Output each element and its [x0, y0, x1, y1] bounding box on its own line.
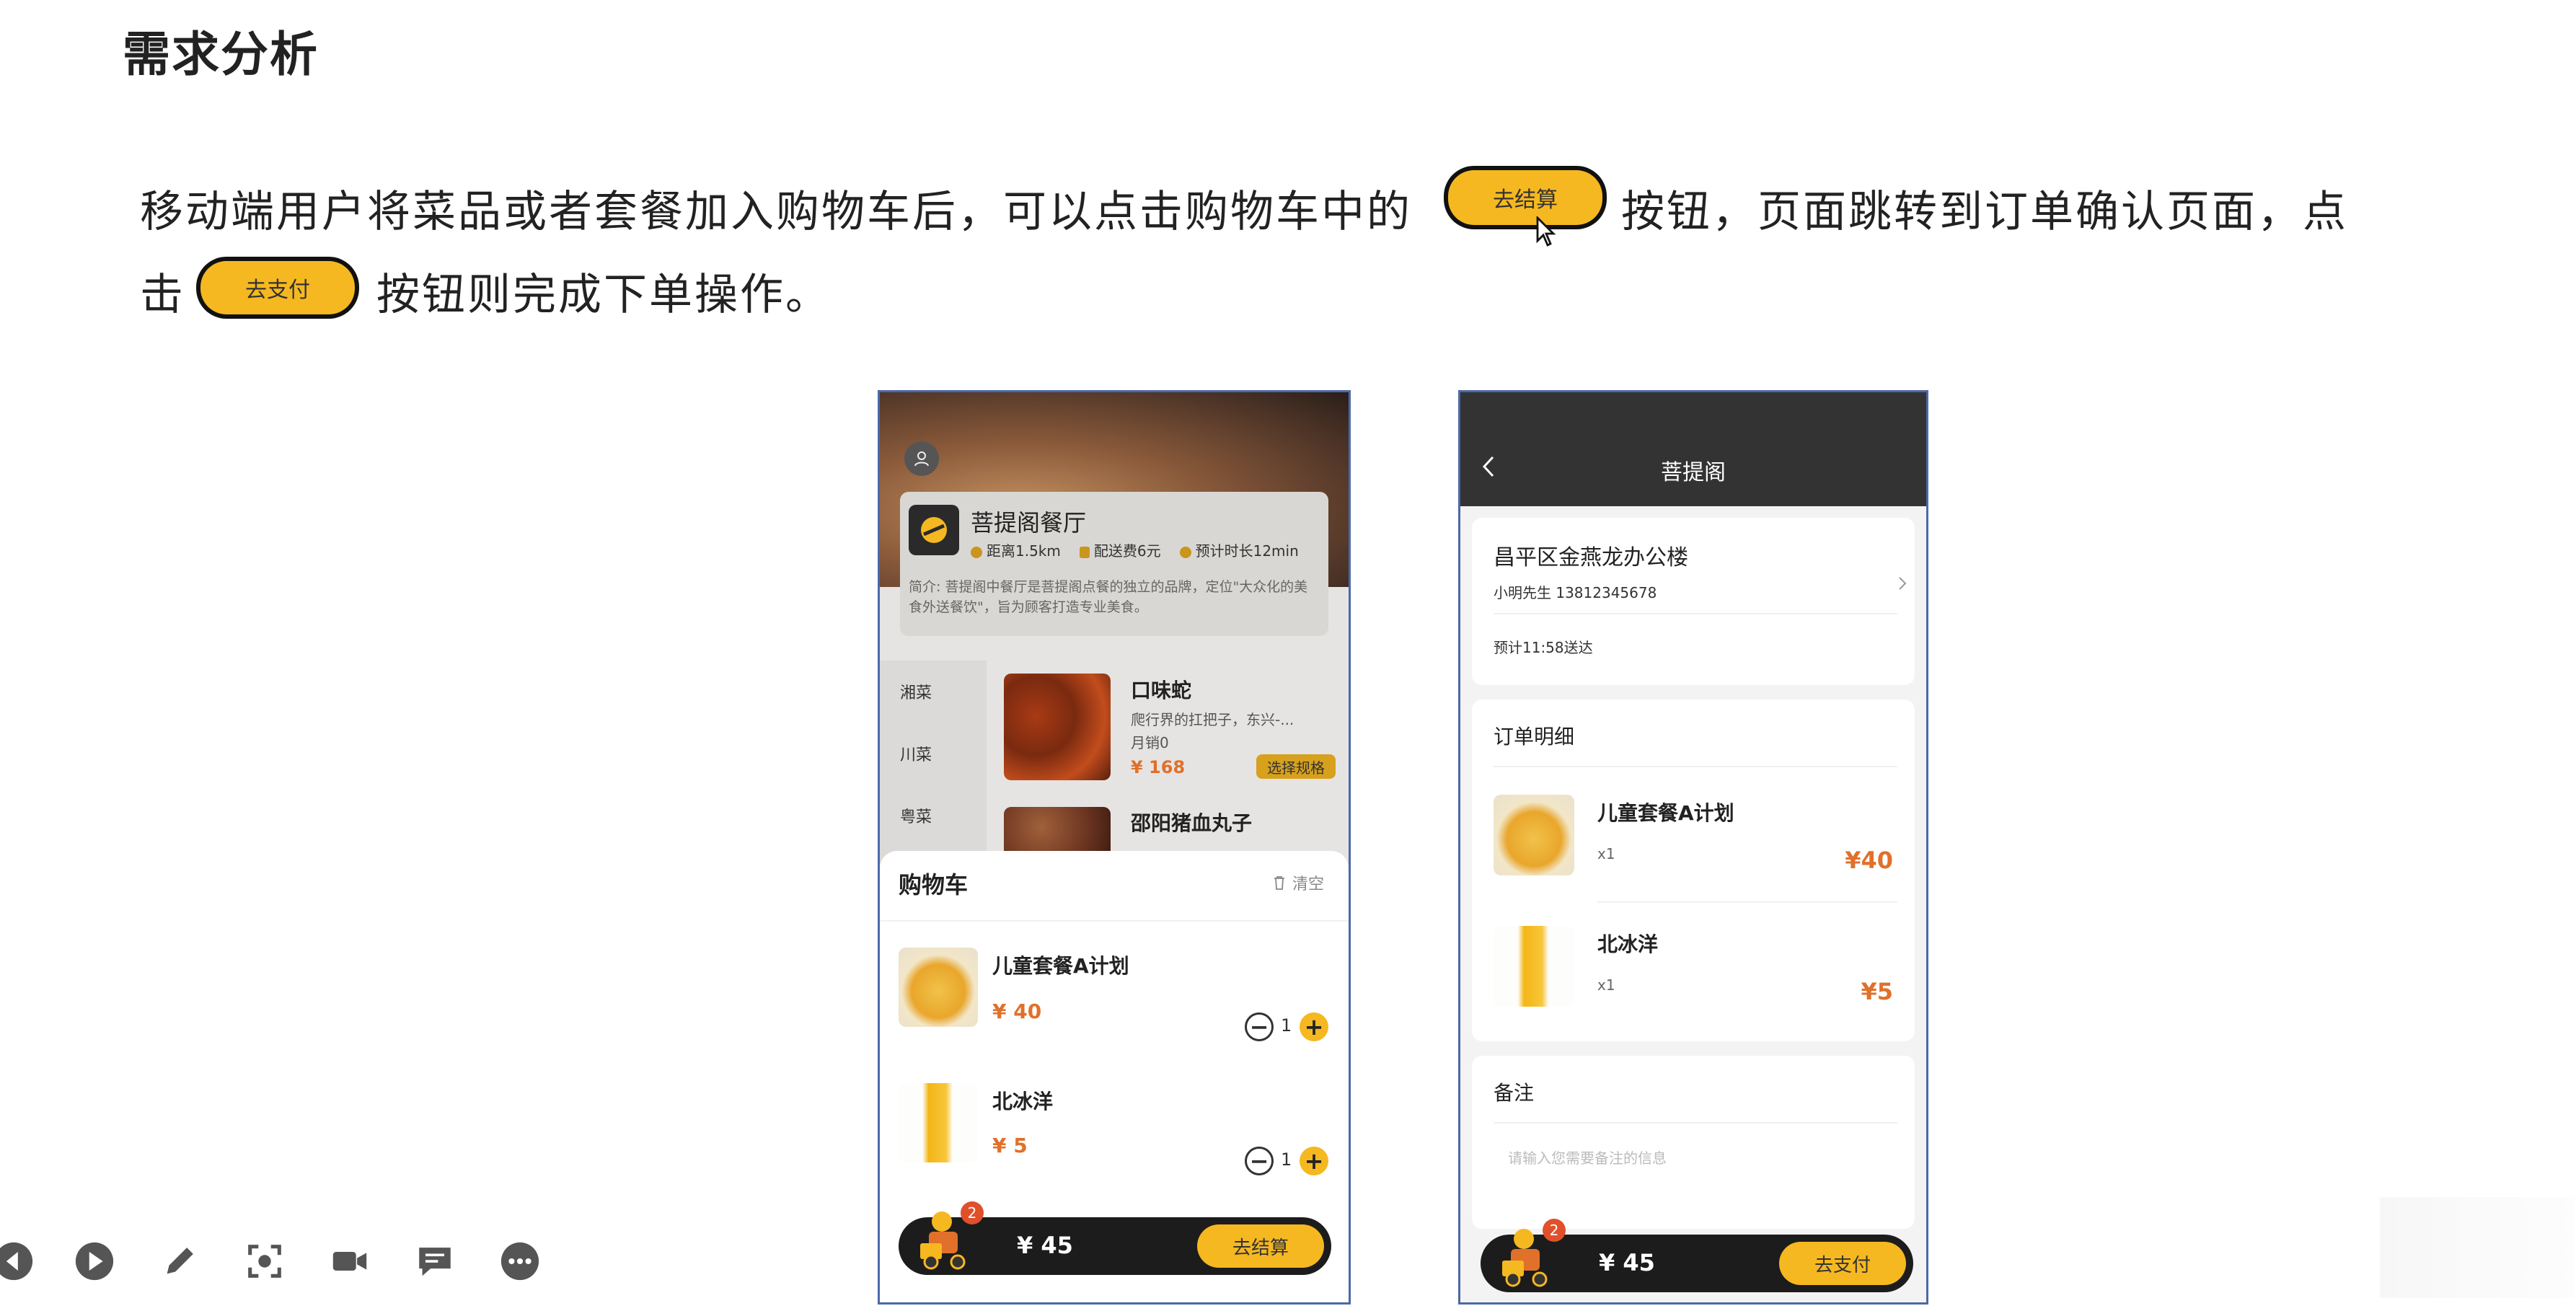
shop-intro: 简介: 菩提阁中餐厅是菩提阁点餐的独立的品牌，定位"大众化的美食外送餐饮"，旨为… — [909, 579, 1308, 615]
shop-name: 菩提阁餐厅 — [971, 509, 1087, 537]
remark-card: 备注 请输入您需要备注的信息 — [1472, 1056, 1915, 1229]
slide: { "slide": { "title": "需求分析", "line1_bef… — [0, 0, 2576, 1311]
clear-cart-button[interactable]: 清空 — [1272, 871, 1324, 894]
cart-item-image — [899, 948, 978, 1027]
increase-qty-button[interactable]: + — [1300, 1012, 1328, 1041]
category-list: 湘菜 川菜 粤菜 — [880, 661, 987, 877]
category-item-xiang[interactable]: 湘菜 — [880, 661, 987, 723]
remark-input[interactable]: 请输入您需要备注的信息 — [1508, 1147, 1667, 1167]
page-title: 需求分析 — [123, 27, 319, 82]
screenshot-icon[interactable] — [244, 1240, 286, 1282]
pay-button[interactable]: 去支付 — [1779, 1242, 1906, 1285]
delivery-address: 昌平区金燕龙办公楼 — [1494, 545, 1688, 570]
play-icon[interactable] — [74, 1240, 115, 1282]
address-card[interactable]: 昌平区金燕龙办公楼 小明先生 13812345678 预计11:58送达 — [1472, 518, 1915, 685]
lock-icon — [1079, 546, 1090, 558]
order-confirm-screen: 菩提阁 昌平区金燕龙办公楼 小明先生 13812345678 预计11:58送达… — [1458, 390, 1928, 1305]
cart-total: ¥ 45 — [1017, 1232, 1073, 1259]
trash-icon — [1274, 876, 1284, 890]
description-text-2a: 击 — [140, 270, 185, 320]
decrease-qty-button[interactable]: − — [1245, 1012, 1274, 1041]
cart-item-name: 北冰洋 — [992, 1090, 1054, 1113]
comment-icon[interactable] — [414, 1240, 456, 1282]
order-header: 菩提阁 — [1460, 392, 1926, 506]
description-text-1a: 移动端用户将菜品或者套餐加入购物车后，可以点击购物车中的 — [140, 187, 1412, 237]
select-spec-button[interactable]: 选择规格 — [1256, 754, 1336, 779]
description-text-2b: 按钮则完成下单操作。 — [376, 270, 831, 320]
order-item-name: 儿童套餐A计划 — [1597, 801, 1734, 825]
order-detail-title: 订单明细 — [1494, 725, 1575, 749]
eta-label: 预计时长12min — [1179, 539, 1299, 560]
timer-icon — [1179, 546, 1191, 558]
dish-name: 口味蛇 — [1131, 679, 1192, 702]
cart-item-price: ¥ 5 — [992, 1134, 1028, 1157]
clock-icon — [971, 546, 982, 558]
checkout-button[interactable]: 去结算 — [1197, 1224, 1324, 1268]
cart-count-badge: 2 — [1543, 1219, 1566, 1242]
mouse-cursor-icon — [1536, 216, 1556, 247]
chevron-right-icon — [1899, 577, 1907, 590]
dish-desc: 爬行界的扛把子，东兴-... — [1131, 711, 1294, 728]
camera-icon[interactable] — [329, 1240, 371, 1282]
watermark-logo — [2380, 1197, 2575, 1298]
cart-item-image — [899, 1083, 978, 1162]
estimated-delivery: 预计11:58送达 — [1494, 639, 1593, 656]
dish-name: 邵阳猪血丸子 — [1131, 811, 1253, 835]
order-total: ¥ 45 — [1599, 1249, 1655, 1276]
delivery-fee-label: 配送费6元 — [1079, 539, 1161, 560]
distance-label: 距离1.5km — [971, 539, 1061, 560]
category-item-yue[interactable]: 粤菜 — [880, 785, 987, 847]
user-avatar-icon[interactable] — [904, 441, 939, 476]
cart-title: 购物车 — [899, 871, 969, 899]
contact-info: 小明先生 13812345678 — [1494, 584, 1657, 601]
dish-price: ¥ 168 — [1131, 757, 1186, 777]
more-icon[interactable] — [499, 1240, 541, 1282]
category-item-chuan[interactable]: 川菜 — [880, 723, 987, 785]
dish-sales: 月销0 — [1131, 734, 1169, 751]
decrease-qty-button[interactable]: − — [1245, 1147, 1274, 1175]
order-item-name: 北冰洋 — [1597, 932, 1659, 956]
description-line-1: 移动端用户将菜品或者套餐加入购物车后，可以点击购物车中的 — [140, 177, 1412, 239]
order-item-price: ¥40 — [1845, 847, 1893, 874]
cart-sheet: 购物车 清空 儿童套餐A计划 ¥ 40 − 1 + 北冰洋 ¥ 5 − 1 + … — [880, 851, 1349, 1302]
order-bottom-bar: 2 ¥ 45 去支付 — [1481, 1219, 1913, 1292]
increase-qty-button[interactable]: + — [1300, 1147, 1328, 1175]
cart-screen: 菩提阁餐厅 距离1.5km 配送费6元 预计时长12min 简介: 菩提阁中餐厅… — [878, 390, 1351, 1305]
shop-info-card: 菩提阁餐厅 距离1.5km 配送费6元 预计时长12min 简介: 菩提阁中餐厅… — [900, 492, 1328, 636]
cart-item-qty: 1 — [1281, 1149, 1292, 1170]
header-title: 菩提阁 — [1661, 460, 1726, 485]
order-item-price: ¥5 — [1861, 978, 1893, 1005]
order-detail-card: 订单明细 儿童套餐A计划 x1 ¥40 北冰洋 x1 ¥5 — [1472, 699, 1915, 1041]
dish-image — [1004, 674, 1111, 780]
cart-count-badge: 2 — [961, 1201, 984, 1224]
prev-icon[interactable] — [0, 1240, 35, 1282]
checkout-button-sample: 去结算 — [1448, 170, 1602, 225]
cart-item-qty: 1 — [1281, 1015, 1292, 1036]
cart-bottom-bar: 2 ¥ 45 去结算 — [899, 1201, 1331, 1275]
pay-button-sample: 去支付 — [200, 261, 355, 314]
remark-title: 备注 — [1494, 1081, 1535, 1105]
shop-logo-icon — [909, 505, 959, 555]
pen-icon[interactable] — [159, 1240, 200, 1282]
cart-item-name: 儿童套餐A计划 — [992, 954, 1129, 978]
shop-stats: 距离1.5km 配送费6元 预计时长12min — [971, 539, 1299, 560]
description-text-1b: 按钮，页面跳转到订单确认页面，点 — [1621, 187, 2348, 237]
cart-item-price: ¥ 40 — [992, 999, 1042, 1023]
